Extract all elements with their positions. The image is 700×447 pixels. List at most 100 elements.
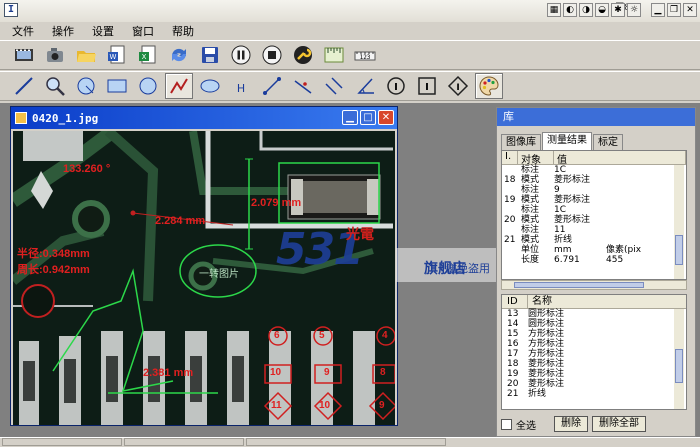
property-cell: 标注	[521, 165, 540, 175]
pause-icon[interactable]	[227, 42, 255, 68]
property-cell: 6.791	[554, 255, 580, 265]
list-item[interactable]: 19 菱形标注	[502, 369, 686, 379]
delete-button[interactable]: 删除	[554, 416, 588, 432]
ellipse-tool-icon[interactable]	[134, 73, 162, 99]
property-row[interactable]: 标注 1C	[502, 205, 686, 215]
circle-tool-icon[interactable]	[72, 73, 100, 99]
property-row[interactable]: 单位 mm 像素(pix	[502, 245, 686, 255]
list-item[interactable]: 15 方形标注	[502, 329, 686, 339]
select-all-checkbox[interactable]	[501, 418, 512, 430]
list-col-name: 名称	[532, 296, 552, 307]
pin-label: 11	[271, 400, 282, 411]
close-icon[interactable]: ✕	[683, 3, 697, 17]
property-cell: 菱形标注	[554, 175, 591, 185]
property-row[interactable]: 标注 11	[502, 225, 686, 235]
image-maximize-button[interactable]: □	[360, 110, 376, 125]
tab-measure-results[interactable]: 测量结果	[542, 132, 592, 150]
property-cell: 11	[554, 225, 566, 235]
diagonal-measure-icon[interactable]	[258, 73, 286, 99]
circle-i-icon[interactable]: I	[382, 73, 410, 99]
square-i-icon[interactable]: I	[413, 73, 441, 99]
zoom-icon[interactable]	[41, 73, 69, 99]
menu-file[interactable]: 文件	[12, 23, 34, 39]
property-cell: 长度	[521, 255, 540, 265]
diamond-i-icon[interactable]: I	[444, 73, 472, 99]
list-vscroll[interactable]	[674, 309, 684, 409]
menubar: 文件 操作 设置 窗口 帮助	[0, 22, 700, 40]
property-row[interactable]: 19 模式 菱形标注	[502, 195, 686, 205]
list-item[interactable]: 21 折线	[502, 389, 686, 399]
property-row[interactable]: 20 模式 菱形标注	[502, 215, 686, 225]
camera-icon[interactable]	[41, 42, 69, 68]
property-cell: 18	[504, 175, 516, 185]
point-line-icon[interactable]	[289, 73, 317, 99]
tab-image-library[interactable]: 图像库	[501, 134, 541, 150]
tray-star-icon[interactable]: ✱	[611, 3, 625, 17]
image-close-button[interactable]: ✕	[378, 110, 394, 125]
properties-grid[interactable]: I. 对象 值 标注 1C 18 模式 菱形标注 标注 9 19 模式 菱形标注 标注 1C 20 模式菱…	[501, 150, 687, 280]
angle-label: 133.260 °	[63, 163, 111, 175]
video-icon[interactable]	[10, 42, 38, 68]
list-item[interactable]: 20 菱形标注	[502, 379, 686, 389]
list-item[interactable]: 16 方形标注	[502, 339, 686, 349]
list-item[interactable]: 17 方形标注	[502, 349, 686, 359]
stop-icon[interactable]	[258, 42, 286, 68]
minimize-icon[interactable]: ▁	[651, 3, 665, 17]
svg-text:W: W	[110, 53, 117, 61]
save-icon[interactable]	[196, 42, 224, 68]
polyline-tool-icon[interactable]	[165, 73, 193, 99]
list-item-id: 17	[507, 349, 519, 359]
open-folder-icon[interactable]	[72, 42, 100, 68]
list-item-name: 方形标注	[528, 329, 565, 339]
property-row[interactable]: 标注 1C	[502, 165, 686, 175]
props-col-object: 对象	[518, 151, 554, 166]
ruler-scale-icon[interactable]: 123	[351, 42, 379, 68]
title-bar: I 国8 ▦ ◐ ◑ ◒ ✱ ☼ ▁ ❐ ✕	[0, 0, 700, 22]
svg-text:I: I	[425, 82, 429, 93]
menu-settings[interactable]: 设置	[92, 23, 114, 39]
parallel-lines-icon[interactable]	[320, 73, 348, 99]
rect-tool-icon[interactable]	[103, 73, 131, 99]
length-label-2: 2.079 mm	[251, 197, 302, 209]
property-row[interactable]: 21 模式 折线	[502, 235, 686, 245]
list-item[interactable]: 14 圆形标注	[502, 319, 686, 329]
property-row[interactable]: 长度 6.791 455	[502, 255, 686, 265]
word-export-icon[interactable]: W	[103, 42, 131, 68]
status-bar	[0, 437, 700, 447]
tray-contrast-icon[interactable]: ◐	[563, 3, 577, 17]
line-tool-icon[interactable]	[10, 73, 38, 99]
pin-label: 5	[319, 330, 325, 341]
list-item[interactable]: 13 圆形标注	[502, 309, 686, 319]
image-window-titlebar[interactable]: 0420_1.jpg	[11, 107, 397, 129]
app-icon: I	[4, 3, 18, 17]
palette-icon[interactable]	[475, 73, 503, 99]
library-panel: 库 图像库 测量结果 标定 I. 对象 值 标注 1C 18 模式 菱形标注 标注 9 19 模…	[496, 107, 696, 437]
recycle-icon[interactable]	[165, 42, 193, 68]
excel-export-icon[interactable]: X	[134, 42, 162, 68]
menu-operate[interactable]: 操作	[52, 23, 74, 39]
tray-layout-icon[interactable]: ▦	[547, 3, 561, 17]
tray-circle-icon[interactable]: ◒	[595, 3, 609, 17]
svg-text:I: I	[456, 83, 459, 93]
restore-icon[interactable]: ❐	[667, 3, 681, 17]
property-row[interactable]: 18 模式 菱形标注	[502, 175, 686, 185]
delete-all-button[interactable]: 删除全部	[592, 416, 646, 432]
props-vscroll[interactable]	[674, 165, 684, 279]
tray-settings-icon[interactable]: ☼	[627, 3, 641, 17]
wrench-icon[interactable]	[289, 42, 317, 68]
list-item[interactable]: 18 菱形标注	[502, 359, 686, 369]
props-hscroll[interactable]	[501, 280, 687, 290]
object-list[interactable]: ID 名称 13 圆形标注 14 圆形标注 15 方形标注 16 方形标注 17 方形标注 18 菱形…	[501, 294, 687, 410]
tray-half-icon[interactable]: ◑	[579, 3, 593, 17]
length-label-3: 2.381 mm	[143, 367, 194, 379]
tab-calibration[interactable]: 标定	[593, 134, 623, 150]
horizontal-tool-icon[interactable]: H	[227, 73, 255, 99]
angle-tool-icon[interactable]	[351, 73, 379, 99]
ruler-vertical-icon[interactable]	[320, 42, 348, 68]
menu-help[interactable]: 帮助	[172, 23, 194, 39]
props-col-index: I.	[502, 151, 518, 164]
image-minimize-button[interactable]: ▁	[342, 110, 358, 125]
oval-tool-icon[interactable]	[196, 73, 224, 99]
menu-window[interactable]: 窗口	[132, 23, 154, 39]
property-row[interactable]: 标注 9	[502, 185, 686, 195]
